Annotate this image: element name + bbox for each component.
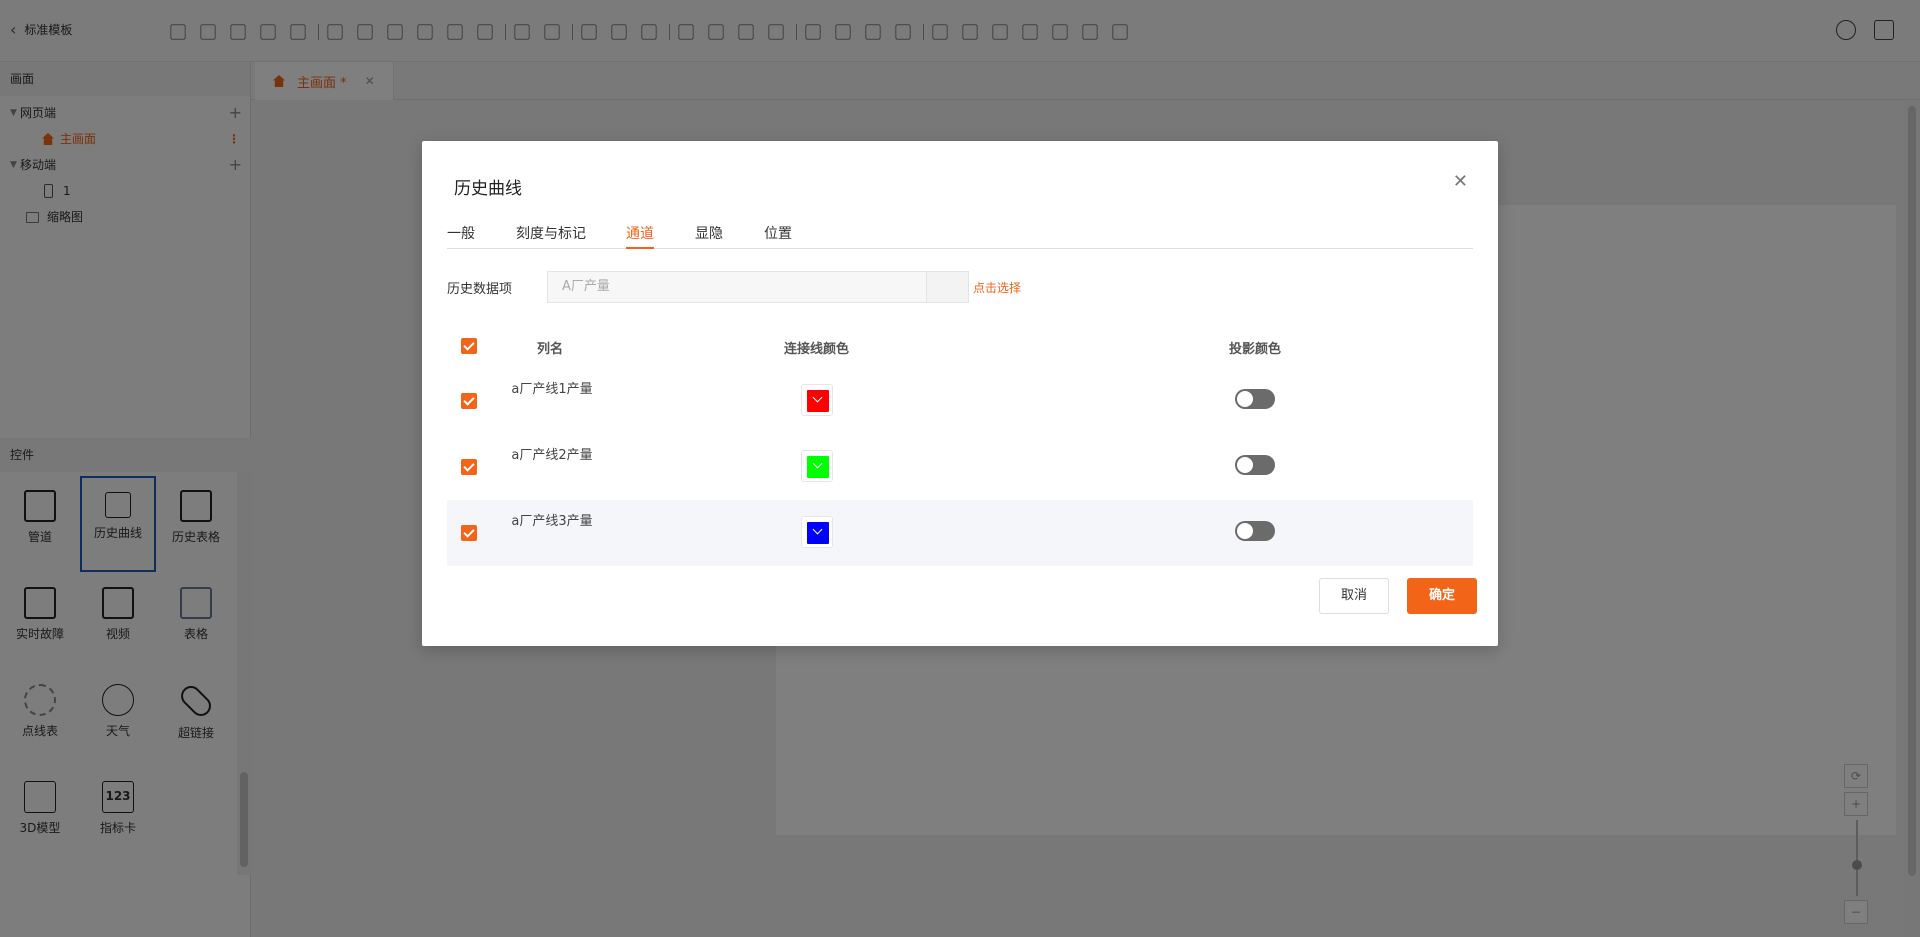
table-row: a厂产线3产量	[447, 500, 1473, 566]
tab-general[interactable]: 一般	[447, 223, 475, 249]
data-item-row: 历史数据项 A厂产量 点击选择	[447, 271, 1021, 303]
color-swatch	[807, 456, 829, 478]
channel-table: 列名 连接线颜色 投影颜色 a厂产线1产量 a厂产线2产量 a厂产线3产量	[447, 324, 1473, 566]
field-addon[interactable]	[926, 272, 968, 302]
toggle-knob	[1237, 391, 1253, 407]
row-checkbox[interactable]	[461, 459, 477, 475]
data-item-label: 历史数据项	[447, 281, 513, 297]
confirm-button[interactable]: 确定	[1407, 578, 1477, 614]
color-swatch	[807, 390, 829, 412]
shadow-toggle[interactable]	[1235, 455, 1275, 475]
chevron-down-icon	[812, 458, 823, 469]
tab-channels[interactable]: 通道	[626, 223, 654, 249]
table-row: a厂产线1产量	[447, 368, 1473, 434]
channel-name: a厂产线3产量	[511, 514, 593, 529]
line-color-picker[interactable]	[801, 450, 833, 482]
chevron-down-icon	[812, 524, 823, 535]
color-swatch	[807, 522, 829, 544]
col-line-color-header: 连接线颜色	[784, 342, 850, 357]
pick-data-link[interactable]: 点击选择	[973, 279, 1021, 296]
table-header: 列名 连接线颜色 投影颜色	[447, 324, 1473, 368]
table-row: a厂产线2产量	[447, 434, 1473, 500]
tab-position[interactable]: 位置	[764, 223, 792, 249]
tab-visibility[interactable]: 显隐	[695, 223, 723, 249]
toggle-knob	[1237, 457, 1253, 473]
tab-scale-marks[interactable]: 刻度与标记	[516, 223, 586, 249]
channel-name: a厂产线1产量	[511, 382, 593, 397]
dialog-title: 历史曲线	[454, 179, 522, 199]
line-color-picker[interactable]	[801, 384, 833, 416]
col-name-header: 列名	[537, 342, 564, 357]
data-item-field[interactable]: A厂产量	[547, 271, 969, 303]
toggle-knob	[1237, 523, 1253, 539]
shadow-toggle[interactable]	[1235, 389, 1275, 409]
cancel-button[interactable]: 取消	[1319, 578, 1389, 614]
shadow-toggle[interactable]	[1235, 521, 1275, 541]
close-icon[interactable]: ✕	[1453, 171, 1468, 192]
channel-name: a厂产线2产量	[511, 448, 593, 463]
chevron-down-icon	[812, 392, 823, 403]
history-curve-dialog: 历史曲线 ✕ 一般 刻度与标记 通道 显隐 位置 历史数据项 A厂产量 点击选择…	[422, 141, 1498, 646]
row-checkbox[interactable]	[461, 393, 477, 409]
data-item-value: A厂产量	[562, 279, 610, 294]
select-all-checkbox[interactable]	[461, 338, 477, 354]
col-shadow-color-header: 投影颜色	[1229, 342, 1282, 357]
row-checkbox[interactable]	[461, 525, 477, 541]
dialog-tabs: 一般 刻度与标记 通道 显隐 位置	[447, 223, 1473, 249]
line-color-picker[interactable]	[801, 516, 833, 548]
